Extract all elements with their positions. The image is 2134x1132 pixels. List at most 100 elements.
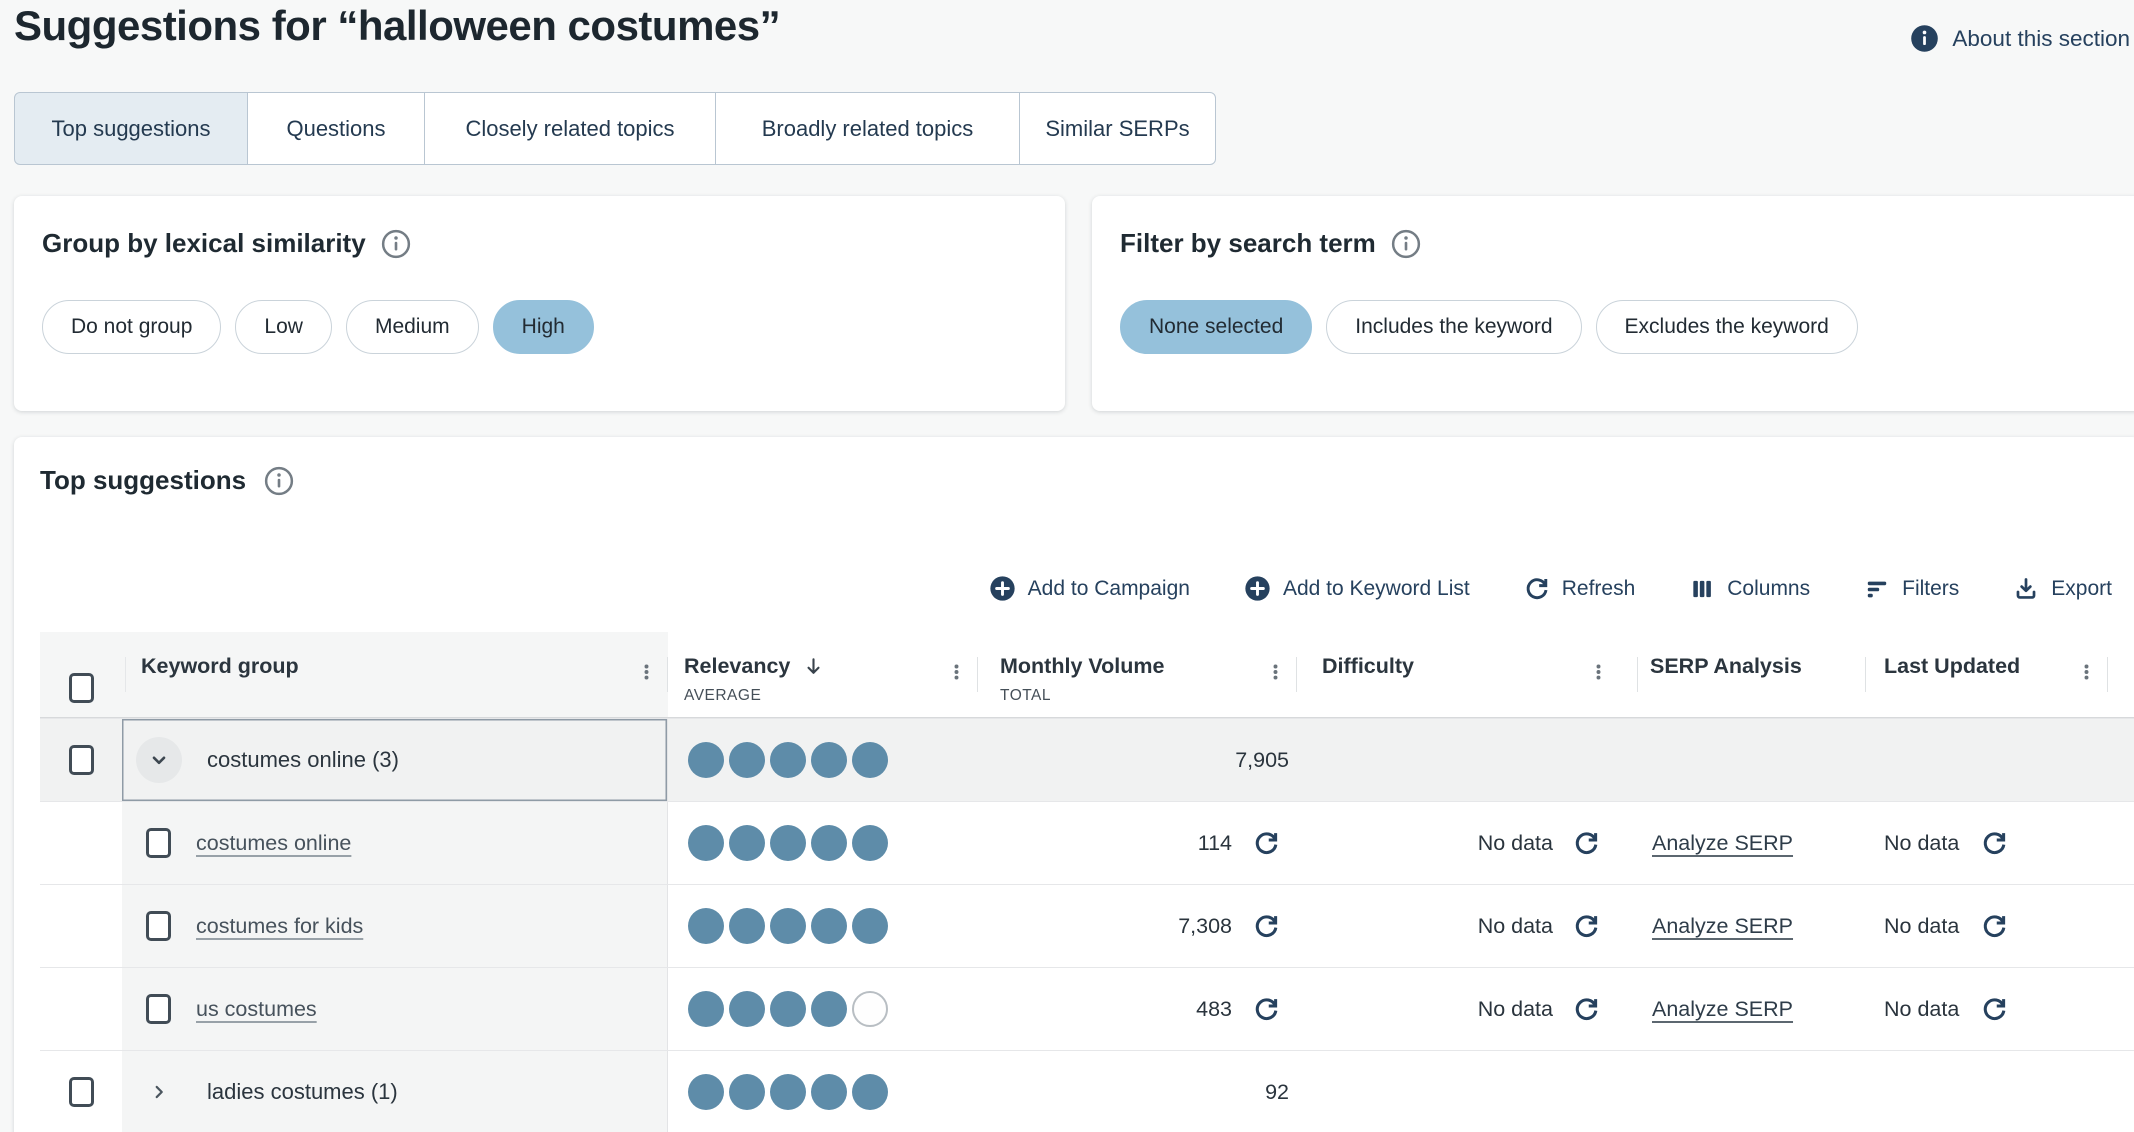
refresh-button[interactable]: Refresh: [1524, 576, 1636, 602]
filter-icon: [1864, 576, 1890, 602]
refresh-difficulty-icon[interactable]: [1573, 913, 1600, 940]
search-option-none-selected[interactable]: None selected: [1120, 300, 1312, 354]
column-header-serp-analysis: SERP Analysis: [1650, 654, 1802, 679]
group-option-medium[interactable]: Medium: [346, 300, 479, 354]
last-updated-value: No data: [1884, 831, 1959, 856]
column-menu-icon[interactable]: [1589, 657, 1608, 687]
monthly-volume-value: 92: [1265, 1080, 1289, 1105]
search-option-excludes-keyword[interactable]: Excludes the keyword: [1596, 300, 1858, 354]
filter-by-card-title: Filter by search term: [1120, 228, 1376, 259]
column-subheader-total: TOTAL: [1000, 687, 1297, 705]
keyword-suggestions-table: Keyword group Relevancy AVERAGE Monthly …: [40, 632, 2134, 1132]
tab-top-suggestions[interactable]: Top suggestions: [14, 92, 248, 165]
collapse-group-chevron-icon[interactable]: [136, 737, 182, 783]
row-checkbox[interactable]: [69, 745, 94, 775]
filter-by-search-term-card: Filter by search term None selected Incl…: [1092, 196, 2134, 411]
row-checkbox[interactable]: [146, 994, 171, 1024]
about-this-section-label: About this section: [1952, 26, 2130, 52]
last-updated-value: No data: [1884, 997, 1959, 1022]
refresh-difficulty-icon[interactable]: [1573, 830, 1600, 857]
info-icon[interactable]: [264, 466, 294, 496]
refresh-volume-icon[interactable]: [1253, 996, 1280, 1023]
keyword-group-label: costumes online (3): [207, 747, 399, 773]
column-header-keyword-group: Keyword group: [141, 654, 299, 679]
info-icon[interactable]: [381, 229, 411, 259]
page-title: Suggestions for “halloween costumes”: [14, 2, 780, 50]
table-row-group-ladies-costumes: ladies costumes (1) 92: [40, 1050, 2134, 1132]
analyze-serp-link[interactable]: Analyze SERP: [1652, 997, 1793, 1022]
analyze-serp-link[interactable]: Analyze SERP: [1652, 914, 1793, 939]
export-button[interactable]: Export: [2013, 576, 2112, 602]
row-checkbox[interactable]: [146, 911, 171, 941]
difficulty-value: No data: [1478, 997, 1553, 1022]
plus-circle-icon: [989, 575, 1016, 602]
keyword-group-label: ladies costumes (1): [207, 1079, 398, 1105]
relevancy-dots: [688, 742, 888, 778]
group-by-lexical-similarity-card: Group by lexical similarity Do not group…: [14, 196, 1065, 411]
relevancy-dots: [688, 991, 888, 1027]
refresh-volume-icon[interactable]: [1253, 913, 1280, 940]
keyword-link[interactable]: us costumes: [196, 997, 317, 1022]
refresh-updated-icon[interactable]: [1981, 996, 2008, 1023]
info-icon[interactable]: [1391, 229, 1421, 259]
relevancy-dots: [688, 1074, 888, 1110]
refresh-volume-icon[interactable]: [1253, 830, 1280, 857]
export-label: Export: [2051, 577, 2112, 601]
keyword-link[interactable]: costumes online: [196, 831, 351, 856]
group-option-high[interactable]: High: [493, 300, 594, 354]
add-to-campaign-button[interactable]: Add to Campaign: [989, 575, 1190, 602]
top-suggestions-panel: Top suggestions Add to Campaign Add to K…: [14, 437, 2134, 1132]
info-icon: [1910, 24, 1939, 53]
row-checkbox[interactable]: [69, 1077, 94, 1107]
monthly-volume-value: 7,905: [1235, 748, 1289, 773]
add-to-keyword-list-label: Add to Keyword List: [1283, 577, 1470, 601]
filters-button[interactable]: Filters: [1864, 576, 1959, 602]
suggestion-type-tabs: Top suggestions Questions Closely relate…: [14, 92, 1216, 165]
group-option-low[interactable]: Low: [235, 300, 332, 354]
table-row-keyword-costumes-online: costumes online 114 No data Analyze SERP…: [40, 801, 2134, 884]
relevancy-dots: [688, 825, 888, 861]
column-menu-icon[interactable]: [2077, 657, 2096, 687]
sort-descending-icon: [802, 655, 825, 678]
refresh-label: Refresh: [1562, 577, 1636, 601]
column-header-difficulty: Difficulty: [1322, 654, 1414, 679]
analyze-serp-link[interactable]: Analyze SERP: [1652, 831, 1793, 856]
column-menu-icon[interactable]: [637, 657, 656, 687]
column-header-last-updated: Last Updated: [1884, 654, 2020, 679]
group-by-card-title: Group by lexical similarity: [42, 228, 366, 259]
tab-broadly-related-topics[interactable]: Broadly related topics: [715, 92, 1020, 165]
tab-questions[interactable]: Questions: [247, 92, 425, 165]
tab-closely-related-topics[interactable]: Closely related topics: [424, 92, 716, 165]
expand-group-chevron-icon[interactable]: [136, 1069, 182, 1115]
download-icon: [2013, 576, 2039, 602]
tab-similar-serps[interactable]: Similar SERPs: [1019, 92, 1216, 165]
difficulty-value: No data: [1478, 914, 1553, 939]
columns-button[interactable]: Columns: [1689, 576, 1810, 602]
relevancy-dots: [688, 908, 888, 944]
about-this-section-link[interactable]: About this section: [1910, 24, 2130, 53]
column-menu-icon[interactable]: [947, 657, 966, 687]
search-option-includes-keyword[interactable]: Includes the keyword: [1326, 300, 1581, 354]
refresh-updated-icon[interactable]: [1981, 913, 2008, 940]
add-to-keyword-list-button[interactable]: Add to Keyword List: [1244, 575, 1470, 602]
table-header-row: Keyword group Relevancy AVERAGE Monthly …: [40, 632, 2134, 718]
select-all-checkbox[interactable]: [69, 673, 94, 703]
table-row-keyword-us-costumes: us costumes 483 No data Analyze SERP No …: [40, 967, 2134, 1050]
column-menu-icon[interactable]: [1266, 657, 1285, 687]
refresh-difficulty-icon[interactable]: [1573, 996, 1600, 1023]
refresh-updated-icon[interactable]: [1981, 830, 2008, 857]
table-row-group-costumes-online: costumes online (3) 7,905: [40, 718, 2134, 801]
columns-label: Columns: [1727, 577, 1810, 601]
columns-icon: [1689, 576, 1715, 602]
group-option-do-not-group[interactable]: Do not group: [42, 300, 221, 354]
section-title: Top suggestions: [40, 465, 246, 496]
refresh-icon: [1524, 576, 1550, 602]
monthly-volume-value: 483: [1196, 997, 1232, 1022]
keyword-link[interactable]: costumes for kids: [196, 914, 363, 939]
add-to-campaign-label: Add to Campaign: [1028, 577, 1190, 601]
column-header-monthly-volume: Monthly Volume: [1000, 654, 1164, 679]
column-header-relevancy[interactable]: Relevancy: [684, 654, 825, 679]
monthly-volume-value: 114: [1198, 831, 1232, 856]
table-toolbar: Add to Campaign Add to Keyword List Refr…: [989, 575, 2112, 602]
row-checkbox[interactable]: [146, 828, 171, 858]
